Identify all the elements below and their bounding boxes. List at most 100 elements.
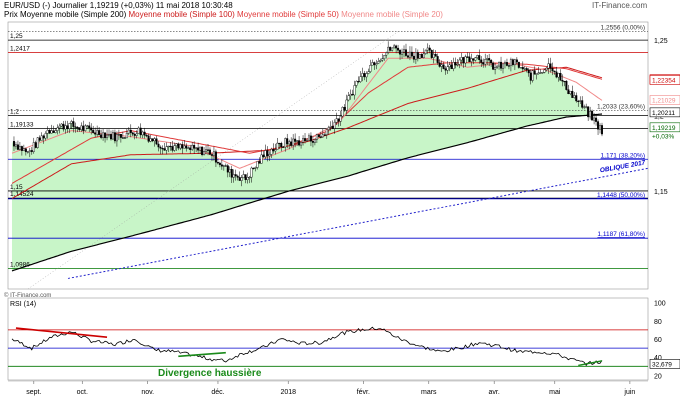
candle-body: [175, 143, 178, 146]
rsi-value-label: 32,679: [652, 361, 672, 368]
candle-body: [539, 72, 542, 74]
candle-body: [62, 123, 65, 130]
candle-body: [428, 47, 431, 51]
candle-body: [193, 144, 196, 149]
candle-body: [14, 144, 17, 147]
candle-body: [127, 129, 130, 134]
candle-body: [331, 125, 334, 129]
candle-body: [187, 147, 190, 149]
candle-body: [601, 125, 604, 135]
candle-body: [115, 134, 118, 142]
candle-body: [426, 47, 429, 51]
candle-body: [387, 46, 390, 53]
candle-body: [591, 111, 594, 121]
candle-body: [599, 125, 602, 130]
candle-body: [490, 59, 493, 64]
candle-body: [155, 138, 158, 145]
candle-body: [434, 53, 437, 57]
price-axis-tick-2: 1,15: [654, 189, 668, 196]
candle-body: [420, 53, 423, 58]
candle-body: [311, 140, 314, 143]
candle-body: [72, 121, 75, 127]
candle-body: [58, 125, 61, 129]
candle-body: [371, 62, 374, 66]
x-label-0: sept.: [26, 389, 41, 396]
candle-body: [456, 64, 459, 66]
candle-body: [131, 132, 134, 135]
candle-body: [296, 140, 299, 142]
candle-body: [567, 89, 570, 95]
candle-body: [26, 151, 29, 153]
candle-body: [117, 133, 120, 136]
candle-body: [414, 52, 417, 60]
candle-body: [220, 164, 223, 167]
indicator-legend: Prix Moyenne mobile (Simple 200) Moyenne…: [4, 10, 443, 20]
candle-body: [181, 144, 184, 149]
candle-body: [290, 141, 293, 146]
candle-body: [167, 145, 170, 148]
level-label-1: 1,2417: [10, 46, 30, 53]
candle-body: [472, 58, 475, 61]
candle-body: [401, 51, 404, 55]
candle-body: [436, 56, 439, 63]
candle-body: [214, 151, 217, 163]
candle-body: [143, 131, 146, 136]
candle-body: [208, 149, 211, 155]
candle-body: [474, 57, 477, 61]
candle-body: [20, 146, 23, 151]
x-label-8: mai: [549, 389, 561, 396]
candle-body: [163, 148, 166, 151]
candle-body: [252, 167, 255, 170]
candle-body: [210, 154, 213, 156]
candle-body: [395, 45, 398, 49]
candle-body: [466, 56, 469, 58]
candle-body: [294, 138, 297, 142]
candle-body: [555, 71, 558, 78]
candle-body: [347, 95, 350, 101]
candle-body: [593, 117, 596, 121]
candle-body: [424, 49, 427, 54]
candle-body: [406, 55, 409, 58]
candle-body: [256, 161, 259, 168]
price-axis-tick-0: 1,25: [654, 38, 668, 45]
candle-body: [333, 122, 336, 129]
candle-body: [268, 154, 271, 157]
candle-body: [323, 134, 326, 136]
candle-body: [240, 177, 243, 181]
candle-body: [96, 130, 99, 135]
candle-body: [393, 45, 396, 49]
candle-body: [452, 62, 455, 69]
candle-body: [418, 53, 421, 59]
candle-body: [22, 148, 25, 151]
x-label-5: févr.: [357, 389, 370, 396]
candle-body: [585, 106, 588, 108]
candle-body: [104, 132, 107, 139]
candle-body: [484, 59, 487, 65]
candle-body: [565, 80, 568, 90]
candle-body: [315, 134, 318, 140]
candle-body: [309, 135, 312, 142]
candle-body: [543, 69, 546, 73]
candle-body: [189, 147, 192, 150]
candle-body: [579, 100, 582, 102]
price-tag-3: 1,20211: [652, 110, 675, 117]
candle-body: [78, 127, 81, 130]
candle-body: [232, 174, 235, 178]
candle-body: [313, 139, 316, 143]
candle-body: [137, 127, 140, 134]
candle-body: [478, 55, 481, 61]
candle-body: [28, 150, 31, 152]
candle-body: [201, 146, 204, 155]
candle-body: [42, 135, 45, 139]
candle-body: [179, 144, 182, 149]
candle-body: [288, 141, 291, 145]
candle-body: [254, 167, 257, 169]
candle-body: [339, 115, 342, 122]
legend-ma50: Moyenne mobile (Simple 50): [237, 10, 339, 19]
candle-body: [337, 118, 340, 122]
candle-body: [171, 146, 174, 151]
candle-body: [541, 72, 544, 74]
candle-body: [153, 138, 156, 142]
candle-body: [349, 93, 352, 96]
candle-body: [343, 107, 346, 111]
